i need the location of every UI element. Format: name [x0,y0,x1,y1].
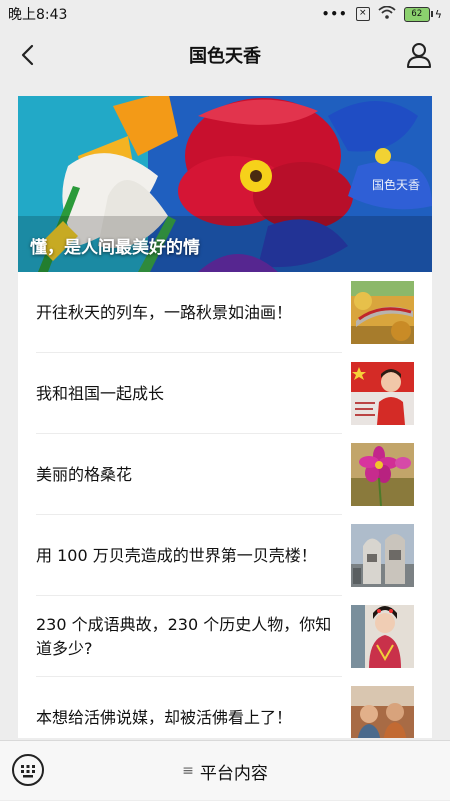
platform-content-menu[interactable]: ≡ 平台内容 [0,741,450,801]
content-card: 国色天香 懂，是人间最美好的情 开往秋天的列车，一路秋景如油画！ 我和祖国一起成… [18,96,432,738]
banner-caption: 懂，是人间最美好的情 [30,238,200,258]
article-title: 美丽的格桑花 [36,464,133,484]
article-title: 用 100 万贝壳造成的世界第一贝壳楼！ [36,545,317,565]
menu-icon: ≡ [182,763,194,779]
status-time: 晚上8:43 [8,7,68,23]
profile-button[interactable] [404,40,434,70]
article-item[interactable]: 开往秋天的列车，一路秋景如油画！ [18,272,432,353]
train-photo-thumbnail [351,281,414,344]
wifi-icon [378,5,396,23]
article-title: 开往秋天的列车，一路秋景如油画！ [36,302,293,322]
people-photo-thumbnail [351,686,414,738]
child-flag-photo-thumbnail [351,362,414,425]
article-title: 230 个成语典故，230 个历史人物，你知道多少? [36,614,332,658]
chevron-left-icon [21,44,34,66]
banner[interactable]: 国色天香 懂，是人间最美好的情 [18,96,432,272]
status-bar: 晚上8:43 ••• × 62 ϟ [0,0,450,28]
nav-bar: 国色天香 [0,28,450,82]
battery-icon: 62 ϟ [403,6,442,22]
article-item[interactable]: 230 个成语典故，230 个历史人物，你知道多少? [18,596,432,677]
battery-level: 62 [403,6,430,22]
article-item[interactable]: 用 100 万贝壳造成的世界第一贝壳楼！ [18,515,432,596]
back-button[interactable] [12,40,42,70]
more-dots-icon: ••• [321,7,348,21]
article-item[interactable]: 美丽的格桑花 [18,434,432,515]
charging-icon: ϟ [434,7,442,21]
costume-photo-thumbnail [351,605,414,668]
article-title: 我和祖国一起成长 [36,383,165,403]
page-title: 国色天香 [189,46,261,67]
banner-watermark: 国色天香 [371,178,420,192]
user-icon [407,43,431,68]
article-item[interactable]: 本想给活佛说媒，却被活佛看上了！ [18,677,432,738]
building-photo-thumbnail [351,524,414,587]
flower-photo-thumbnail [351,443,414,506]
no-sim-icon: × [355,7,370,21]
article-title: 本想给活佛说媒，却被活佛看上了！ [36,707,293,727]
article-list: 开往秋天的列车，一路秋景如油画！ 我和祖国一起成长 美丽的格桑花 用 100 万… [18,272,432,738]
menu-label: 平台内容 [199,763,268,784]
bottom-bar: ≡ 平台内容 [0,740,450,800]
article-item[interactable]: 我和祖国一起成长 [18,353,432,434]
status-icons: ••• × 62 ϟ [321,5,442,23]
